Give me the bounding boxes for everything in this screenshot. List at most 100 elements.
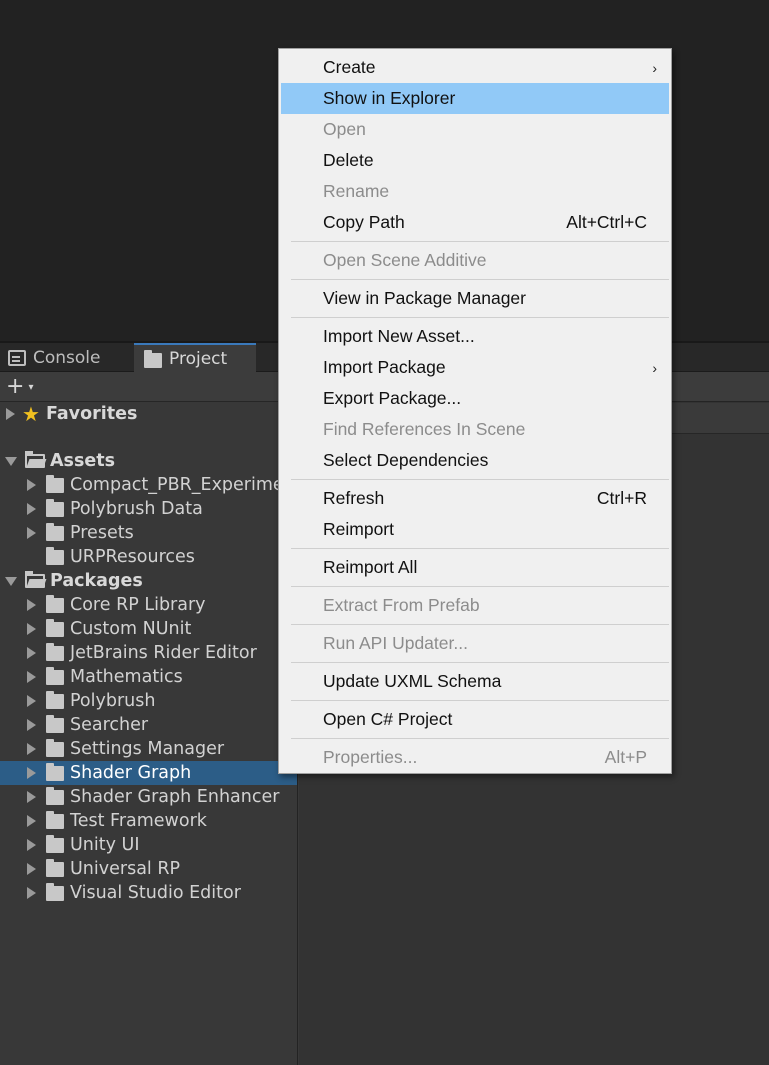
tree-item-label: Mathematics xyxy=(70,667,183,687)
submenu-arrow-icon: › xyxy=(652,59,657,76)
tree-item-package[interactable]: Settings Manager xyxy=(0,737,297,761)
folder-icon xyxy=(46,642,64,661)
expand-arrow-icon[interactable] xyxy=(27,503,36,515)
tree-item-package[interactable]: Visual Studio Editor xyxy=(0,881,297,905)
menu-item-rename[interactable]: Rename xyxy=(281,176,669,207)
menu-item-open-csharp-project[interactable]: Open C# Project xyxy=(281,704,669,735)
folder-icon xyxy=(46,762,64,781)
folder-icon xyxy=(46,834,64,853)
menu-item-run-api-updater[interactable]: Run API Updater... xyxy=(281,628,669,659)
folder-icon xyxy=(46,714,64,733)
menu-item-shortcut: Alt+P xyxy=(604,747,647,767)
tree-item-package[interactable]: Polybrush xyxy=(0,689,297,713)
folder-tree: + ▾ ★ Favorites Assets Compact_PBR_Exper… xyxy=(0,372,298,1065)
tree-item-label: JetBrains Rider Editor xyxy=(70,643,257,663)
tree-item-assets[interactable]: Assets xyxy=(0,449,297,473)
menu-item-import-new-asset[interactable]: Import New Asset... xyxy=(281,321,669,352)
tree-item-label: URPResources xyxy=(70,547,195,567)
tree-item-package[interactable]: Mathematics xyxy=(0,665,297,689)
expand-arrow-icon[interactable] xyxy=(27,479,36,491)
folder-icon xyxy=(46,498,64,517)
tree-item-package[interactable]: Shader Graph Enhancer xyxy=(0,785,297,809)
menu-separator xyxy=(291,624,669,625)
folder-icon xyxy=(46,738,64,757)
tree-item-label: Test Framework xyxy=(70,811,207,831)
tree-item-label: Assets xyxy=(50,451,116,471)
tree-item-asset[interactable]: Presets xyxy=(0,521,297,545)
menu-item-find-references[interactable]: Find References In Scene xyxy=(281,414,669,445)
tab-console[interactable]: Console xyxy=(8,343,132,372)
tree-item-asset[interactable]: Polybrush Data xyxy=(0,497,297,521)
expand-arrow-icon[interactable] xyxy=(27,863,36,875)
tree-item-favorites[interactable]: ★ Favorites xyxy=(0,402,297,426)
expand-arrow-icon[interactable] xyxy=(27,815,36,827)
tree-item-package-selected[interactable]: Shader Graph xyxy=(0,761,297,785)
tree-item-package[interactable]: Unity UI xyxy=(0,833,297,857)
expand-arrow-icon[interactable] xyxy=(27,767,36,779)
project-toolbar: + ▾ xyxy=(0,372,297,402)
menu-item-label: Show in Explorer xyxy=(323,88,456,108)
tree-item-label: Searcher xyxy=(70,715,149,735)
tree-item-asset[interactable]: URPResources xyxy=(0,545,297,569)
plus-icon: + xyxy=(6,374,25,399)
menu-item-label: Import New Asset... xyxy=(323,326,475,346)
folder-icon xyxy=(46,858,64,877)
tree-item-asset[interactable]: Compact_PBR_Experime xyxy=(0,473,297,497)
tree-item-package[interactable]: Core RP Library xyxy=(0,593,297,617)
collapse-arrow-icon[interactable] xyxy=(5,456,17,466)
expand-arrow-icon[interactable] xyxy=(27,887,36,899)
expand-arrow-icon[interactable] xyxy=(27,599,36,611)
menu-item-open-scene-additive[interactable]: Open Scene Additive xyxy=(281,245,669,276)
tree-item-packages[interactable]: Packages xyxy=(0,569,297,593)
tree-item-package[interactable]: Test Framework xyxy=(0,809,297,833)
menu-item-label: Update UXML Schema xyxy=(323,671,502,691)
tree-item-label: Polybrush xyxy=(70,691,156,711)
tree-item-package[interactable]: Universal RP xyxy=(0,857,297,881)
dropdown-caret-icon: ▾ xyxy=(28,382,34,393)
menu-item-import-package[interactable]: Import Package › xyxy=(281,352,669,383)
tree-item-package[interactable]: Custom NUnit xyxy=(0,617,297,641)
expand-arrow-icon[interactable] xyxy=(27,671,36,683)
menu-separator xyxy=(291,662,669,663)
tree-item-label: Shader Graph Enhancer xyxy=(70,787,280,807)
collapse-arrow-icon[interactable] xyxy=(5,576,17,586)
tree-item-package[interactable]: JetBrains Rider Editor xyxy=(0,641,297,665)
expand-arrow-icon[interactable] xyxy=(27,527,36,539)
menu-item-label: Run API Updater... xyxy=(323,633,468,653)
menu-item-refresh[interactable]: Refresh Ctrl+R xyxy=(281,483,669,514)
add-asset-button[interactable]: + ▾ xyxy=(6,375,48,399)
menu-item-create[interactable]: Create › xyxy=(281,52,669,83)
expand-arrow-icon[interactable] xyxy=(27,623,36,635)
menu-item-show-in-explorer[interactable]: Show in Explorer xyxy=(281,83,669,114)
menu-item-reimport[interactable]: Reimport xyxy=(281,514,669,545)
menu-item-properties[interactable]: Properties... Alt+P xyxy=(281,742,669,773)
expand-arrow-icon[interactable] xyxy=(27,719,36,731)
expand-arrow-icon[interactable] xyxy=(27,695,36,707)
folder-icon xyxy=(46,594,64,613)
menu-item-copy-path[interactable]: Copy Path Alt+Ctrl+C xyxy=(281,207,669,238)
menu-item-label: Export Package... xyxy=(323,388,462,408)
menu-item-select-dependencies[interactable]: Select Dependencies xyxy=(281,445,669,476)
expand-arrow-icon[interactable] xyxy=(27,647,36,659)
menu-item-delete[interactable]: Delete xyxy=(281,145,669,176)
tree-item-package[interactable]: Searcher xyxy=(0,713,297,737)
expand-arrow-icon[interactable] xyxy=(27,743,36,755)
open-folder-icon xyxy=(25,571,45,588)
menu-item-extract-from-prefab[interactable]: Extract From Prefab xyxy=(281,590,669,621)
expand-arrow-icon[interactable] xyxy=(27,839,36,851)
menu-item-open[interactable]: Open xyxy=(281,114,669,145)
menu-item-label: View in Package Manager xyxy=(323,288,526,308)
menu-item-view-in-package-manager[interactable]: View in Package Manager xyxy=(281,283,669,314)
expand-arrow-icon[interactable] xyxy=(27,791,36,803)
menu-item-label: Reimport xyxy=(323,519,394,539)
tree-item-label: Settings Manager xyxy=(70,739,225,759)
folder-icon xyxy=(46,546,64,565)
star-icon: ★ xyxy=(22,402,40,426)
expand-arrow-icon[interactable] xyxy=(6,408,15,420)
menu-item-reimport-all[interactable]: Reimport All xyxy=(281,552,669,583)
menu-item-label: Open C# Project xyxy=(323,709,453,729)
menu-item-update-uxml-schema[interactable]: Update UXML Schema xyxy=(281,666,669,697)
menu-item-export-package[interactable]: Export Package... xyxy=(281,383,669,414)
tree-item-label: Unity UI xyxy=(70,835,140,855)
tab-project[interactable]: Project xyxy=(134,343,256,372)
